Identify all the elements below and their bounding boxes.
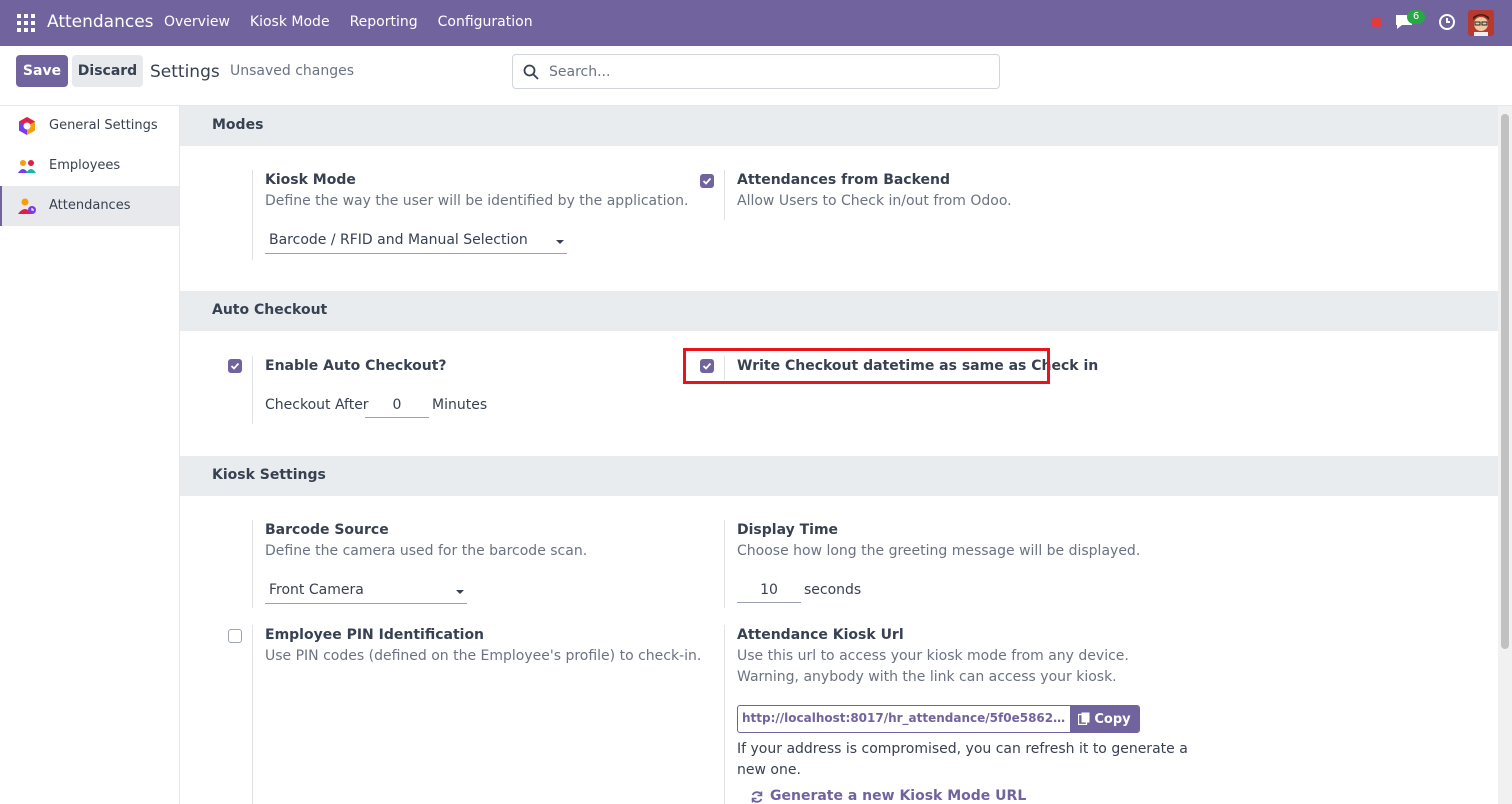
highlight-box <box>683 348 1050 384</box>
enable-auto-checkout-title: Enable Auto Checkout? <box>265 358 447 374</box>
pin-identification-checkbox[interactable] <box>228 629 242 643</box>
display-time-desc: Choose how long the greeting message wil… <box>737 543 1141 559</box>
unsaved-changes-status: Unsaved changes <box>230 63 355 79</box>
kiosk-url-field[interactable]: http://localhost:8017/hr_attendance/5f0e… <box>737 705 1140 733</box>
sidebar-item-label: Attendances <box>49 198 131 213</box>
display-time-title: Display Time <box>737 522 839 538</box>
menu-overview[interactable]: Overview <box>164 14 230 30</box>
kiosk-mode-desc: Define the way the user will be identifi… <box>265 193 689 209</box>
setting-divider <box>252 356 253 424</box>
search-box[interactable] <box>512 54 1000 89</box>
checkout-after-input[interactable] <box>365 392 429 418</box>
setting-divider <box>724 170 725 220</box>
section-title: Kiosk Settings <box>212 467 326 483</box>
menu-reporting[interactable]: Reporting <box>350 14 418 30</box>
refresh-icon[interactable] <box>750 790 764 804</box>
scrollbar-thumb[interactable] <box>1501 114 1509 649</box>
setting-divider <box>724 520 725 608</box>
section-title: Auto Checkout <box>212 302 328 318</box>
chevron-down-icon <box>556 240 564 244</box>
employees-app-icon <box>18 160 36 173</box>
search-input[interactable] <box>549 61 989 83</box>
attendances-app-icon <box>18 198 36 214</box>
barcode-source-select[interactable]: Front Camera <box>265 578 467 604</box>
chevron-down-icon <box>456 590 464 594</box>
kiosk-mode-select[interactable]: Barcode / RFID and Manual Selection <box>265 228 567 254</box>
kiosk-url-title: Attendance Kiosk Url <box>737 627 904 643</box>
clock-icon[interactable] <box>1438 13 1456 31</box>
barcode-source-title: Barcode Source <box>265 522 389 538</box>
menu-configuration[interactable]: Configuration <box>438 14 533 30</box>
menu-kiosk-mode[interactable]: Kiosk Mode <box>250 14 330 30</box>
top-navbar: Attendances Overview Kiosk Mode Reportin… <box>0 0 1512 46</box>
discard-button[interactable]: Discard <box>72 55 143 87</box>
backend-desc: Allow Users to Check in/out from Odoo. <box>737 193 1012 209</box>
sidebar-item-general-settings[interactable]: General Settings <box>0 106 179 146</box>
barcode-source-value: Front Camera <box>269 582 364 598</box>
settings-app-icon <box>19 117 35 135</box>
control-panel: Save Discard Settings Unsaved changes <box>0 46 1512 106</box>
save-button[interactable]: Save <box>16 55 68 87</box>
backend-checkbox[interactable] <box>700 174 714 188</box>
minutes-label: Minutes <box>432 397 488 413</box>
display-time-input[interactable] <box>737 577 801 603</box>
page-title: Settings <box>150 62 220 82</box>
copy-label: Copy <box>1094 711 1131 727</box>
backend-title: Attendances from Backend <box>737 172 951 188</box>
compromised-text: If your address is compromised, you can … <box>737 741 1188 757</box>
pin-identification-desc: Use PIN codes (defined on the Employee's… <box>265 648 702 664</box>
kiosk-mode-value: Barcode / RFID and Manual Selection <box>269 232 528 248</box>
sidebar-item-label: Employees <box>49 158 121 173</box>
settings-content: Modes Kiosk Mode Define the way the user… <box>180 106 1498 804</box>
setting-divider <box>252 170 253 260</box>
barcode-source-desc: Define the camera used for the barcode s… <box>265 543 588 559</box>
section-header-kiosk-settings: Kiosk Settings <box>180 456 1498 496</box>
setting-divider <box>724 625 725 804</box>
settings-sidebar: General Settings Employees Attendances <box>0 106 180 804</box>
chat-count-badge: 6 <box>1407 10 1425 24</box>
section-header-modes: Modes <box>180 106 1498 146</box>
setting-divider <box>252 625 253 804</box>
content-scrollbar[interactable] <box>1498 106 1512 804</box>
section-header-auto-checkout: Auto Checkout <box>180 291 1498 331</box>
kiosk-url-warning: Warning, anybody with the link can acces… <box>737 669 1117 685</box>
check-icon <box>702 177 712 185</box>
compromised-text-2: new one. <box>737 762 801 778</box>
kiosk-mode-title: Kiosk Mode <box>265 172 356 188</box>
check-icon <box>230 362 240 370</box>
checkout-after-label: Checkout After <box>265 397 369 413</box>
generate-new-url-link[interactable]: Generate a new Kiosk Mode URL <box>770 788 1026 804</box>
main-menu: Overview Kiosk Mode Reporting Configurat… <box>164 14 553 30</box>
section-title: Modes <box>212 117 264 133</box>
setting-divider <box>252 520 253 608</box>
recording-indicator-icon[interactable] <box>1371 17 1382 28</box>
sidebar-item-employees[interactable]: Employees <box>0 146 179 186</box>
pin-identification-title: Employee PIN Identification <box>265 627 485 643</box>
seconds-label: seconds <box>804 582 862 598</box>
user-avatar[interactable] <box>1468 10 1494 36</box>
enable-auto-checkout-checkbox[interactable] <box>228 359 242 373</box>
search-icon <box>523 64 539 80</box>
apps-grid-icon[interactable] <box>17 14 35 32</box>
sidebar-item-attendances[interactable]: Attendances <box>0 186 179 226</box>
app-brand[interactable]: Attendances <box>47 12 154 32</box>
kiosk-url-desc: Use this url to access your kiosk mode f… <box>737 648 1129 664</box>
copy-icon <box>1078 712 1090 725</box>
copy-url-button[interactable]: Copy <box>1070 706 1139 732</box>
kiosk-url-value[interactable]: http://localhost:8017/hr_attendance/5f0e… <box>742 711 1070 725</box>
sidebar-item-label: General Settings <box>49 118 158 133</box>
